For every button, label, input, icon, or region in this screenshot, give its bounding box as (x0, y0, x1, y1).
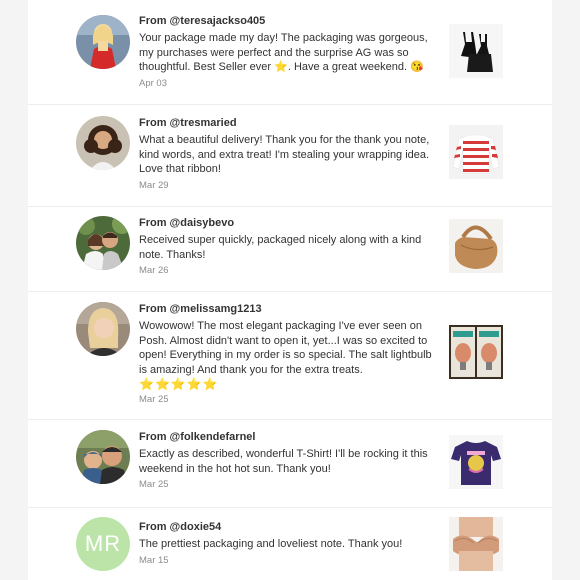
review-from[interactable]: From @doxie54 (139, 520, 435, 534)
listing-thumbnail[interactable] (449, 219, 503, 273)
avatar[interactable] (76, 216, 130, 270)
review-content: From @teresajackso405 Your package made … (139, 14, 435, 89)
review-message: Your package made my day! The packaging … (139, 32, 428, 73)
review-item: From @daisybevo Received super quickly, … (28, 206, 552, 292)
reviews-panel: From @teresajackso405 Your package made … (28, 0, 552, 580)
review-date: Mar 25 (139, 479, 169, 490)
review-date: Mar 29 (139, 179, 169, 191)
review-content: From @melissamg1213 Wowowow! The most el… (139, 302, 435, 405)
review-date: Mar 25 (139, 394, 169, 405)
listing-thumbnail[interactable] (449, 325, 503, 379)
review-item: MR From @doxie54 The prettiest packaging… (28, 507, 552, 580)
listing-thumbnail[interactable] (449, 517, 503, 571)
review-message: Wowowow! The most elegant packaging I've… (139, 320, 432, 376)
review-date: Mar 15 (139, 554, 169, 566)
review-content: From @folkendefarnel Exactly as describe… (139, 430, 435, 490)
review-item: From @tresmaried What a beautiful delive… (28, 104, 552, 207)
avatar-initials: MR (84, 531, 122, 556)
review-date: Apr 03 (139, 77, 167, 89)
review-content: From @tresmaried What a beautiful delive… (139, 116, 435, 191)
review-date: Mar 26 (139, 265, 169, 276)
review-from[interactable]: From @tresmaried (139, 116, 435, 130)
review-message: Exactly as described, wonderful T-Shirt!… (139, 448, 428, 475)
review-from[interactable]: From @teresajackso405 (139, 14, 435, 28)
review-message: The prettiest packaging and loveliest no… (139, 538, 403, 550)
review-item: From @melissamg1213 Wowowow! The most el… (28, 291, 552, 420)
review-from[interactable]: From @folkendefarnel (139, 430, 435, 444)
rating-stars: ⭐⭐⭐⭐⭐ (139, 377, 219, 391)
review-item: From @teresajackso405 Your package made … (28, 0, 552, 105)
review-item: From @folkendefarnel Exactly as describe… (28, 419, 552, 508)
review-content: From @daisybevo Received super quickly, … (139, 216, 435, 276)
avatar[interactable] (76, 430, 130, 484)
review-message: What a beautiful delivery! Thank you for… (139, 134, 430, 175)
listing-thumbnail[interactable] (449, 125, 503, 179)
review-content: From @doxie54 The prettiest packaging an… (139, 520, 435, 566)
avatar[interactable] (76, 116, 130, 170)
avatar[interactable] (76, 15, 130, 69)
listing-thumbnail[interactable] (449, 24, 503, 78)
review-from[interactable]: From @melissamg1213 (139, 302, 435, 316)
review-from[interactable]: From @daisybevo (139, 216, 435, 230)
review-message: Received super quickly, packaged nicely … (139, 234, 422, 261)
avatar[interactable] (76, 302, 130, 356)
avatar[interactable]: MR (76, 517, 130, 571)
listing-thumbnail[interactable] (449, 435, 503, 489)
